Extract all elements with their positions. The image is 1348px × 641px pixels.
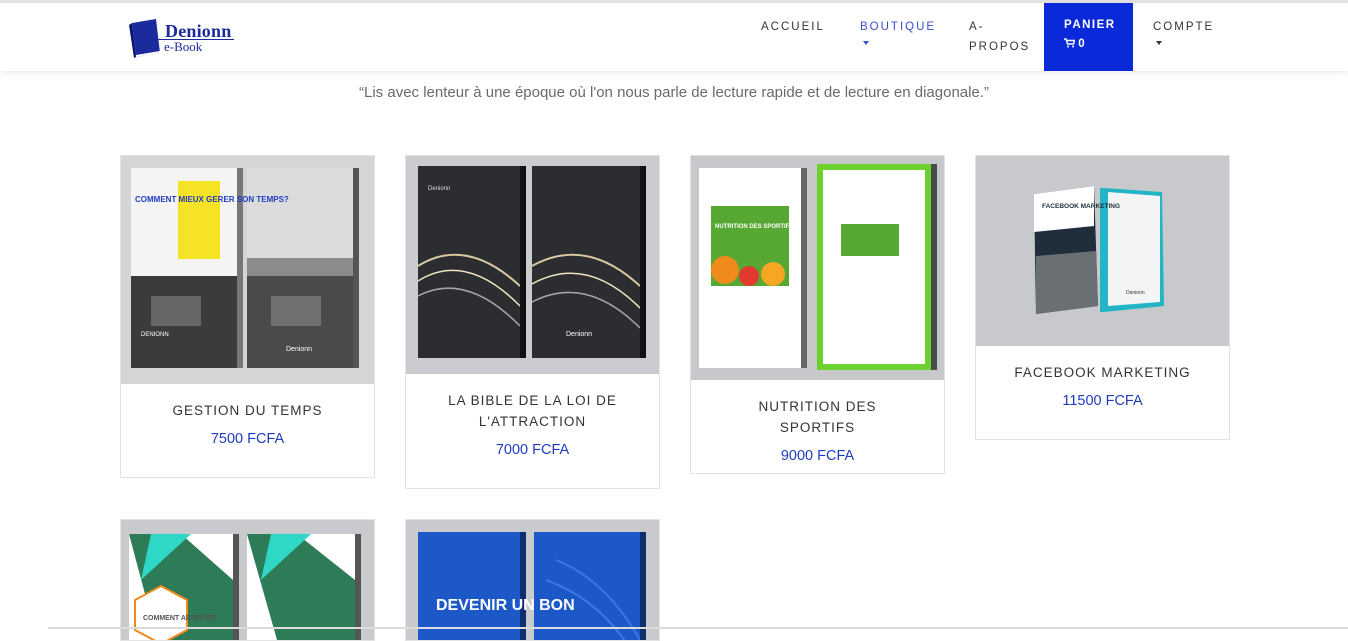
chevron-down-icon [863, 41, 869, 45]
book-mockup-image: COMMENT MIEUX GERER SON TEMPS? DENIONN D… [121, 156, 374, 384]
back-brand: Denionn [1126, 290, 1145, 296]
product-card[interactable]: DEVENIR UN BON [405, 519, 660, 641]
book-mockup-image: COMMENT ABORDER [121, 520, 374, 640]
book-mockup-image: DEVENIR UN BON [406, 520, 659, 640]
book-mockup-image: Denionn Denionn [406, 156, 659, 374]
nav-apropos-label-2: PROPOS [969, 41, 1031, 53]
back-brand: Denionn [286, 346, 312, 353]
product-image[interactable]: COMMENT MIEUX GERER SON TEMPS? DENIONN D… [121, 156, 374, 384]
product-image[interactable]: DEVENIR UN BON [406, 520, 659, 640]
nav-compte-label: COMPTE [1153, 21, 1215, 33]
product-card[interactable]: COMMENT ABORDER [120, 519, 375, 641]
product-price: 11500 FCFA [1062, 393, 1143, 409]
nav-compte[interactable]: COMPTE [1153, 17, 1214, 45]
product-card[interactable]: COMMENT MIEUX GERER SON TEMPS? DENIONN D… [120, 155, 375, 478]
page-quote: “Lis avec lenteur à une époque où l'on n… [359, 84, 989, 101]
nav-apropos[interactable]: A- PROPOS [969, 17, 1030, 57]
site-logo[interactable]: Denionn e-Book [128, 17, 238, 59]
nav-accueil-label: ACCUEIL [761, 21, 825, 33]
cover-text: DEVENIR UN BON [436, 597, 575, 614]
product-image[interactable]: FACEBOOK MARKETING Denionn [976, 156, 1229, 346]
cart-icon [1064, 38, 1076, 48]
site-header: Denionn e-Book ACCUEIL BOUTIQUE A- PROPO… [0, 3, 1348, 71]
chevron-down-icon [1156, 41, 1162, 45]
product-image[interactable]: COMMENT ABORDER [121, 520, 374, 640]
cart-label: PANIER [1064, 19, 1116, 31]
product-price: 7000 FCFA [495, 442, 570, 458]
product-card[interactable]: FACEBOOK MARKETING Denionn FACEBOOK MARK… [975, 155, 1230, 440]
cover-text: NUTRITION DES SPORTIFS [715, 224, 793, 230]
cover-brand: Denionn [428, 186, 450, 192]
nav-boutique[interactable]: BOUTIQUE [860, 17, 936, 45]
product-title[interactable]: FACEBOOK MARKETING [976, 362, 1229, 383]
product-price: 7500 FCFA [210, 431, 285, 447]
cover-brand: DENIONN [141, 332, 169, 338]
back-brand: Denionn [566, 331, 592, 338]
nav-boutique-label: BOUTIQUE [860, 21, 937, 33]
nav-apropos-label-1: A- [969, 21, 985, 33]
cart-count-wrap: 0 [1064, 38, 1085, 50]
product-title[interactable]: LA BIBLE DE LA LOI DE L'ATTRACTION [406, 390, 659, 432]
product-title[interactable]: GESTION DU TEMPS [121, 400, 374, 421]
nav-accueil[interactable]: ACCUEIL [761, 17, 825, 37]
book-mockup-image: FACEBOOK MARKETING Denionn [976, 156, 1229, 346]
product-card[interactable]: Denionn Denionn LA BIBLE DE LA LOI DE L'… [405, 155, 660, 489]
product-price: 9000 FCFA [780, 448, 855, 464]
logo-subtitle: e-Book [164, 39, 203, 54]
book-mockup-image: NUTRITION DES SPORTIFS [691, 156, 944, 380]
cover-text: COMMENT MIEUX GERER SON TEMPS? [135, 195, 289, 204]
product-title[interactable]: NUTRITION DES SPORTIFS [691, 396, 944, 438]
product-image[interactable]: NUTRITION DES SPORTIFS [691, 156, 944, 380]
product-card[interactable]: NUTRITION DES SPORTIFS NUTRITION DES SPO… [690, 155, 945, 474]
cover-text: COMMENT ABORDER [143, 615, 216, 622]
product-image[interactable]: Denionn Denionn [406, 156, 659, 374]
cover-text: FACEBOOK MARKETING [1042, 203, 1120, 210]
cart-button[interactable]: PANIER 0 [1044, 3, 1133, 71]
cart-count: 0 [1078, 38, 1085, 50]
